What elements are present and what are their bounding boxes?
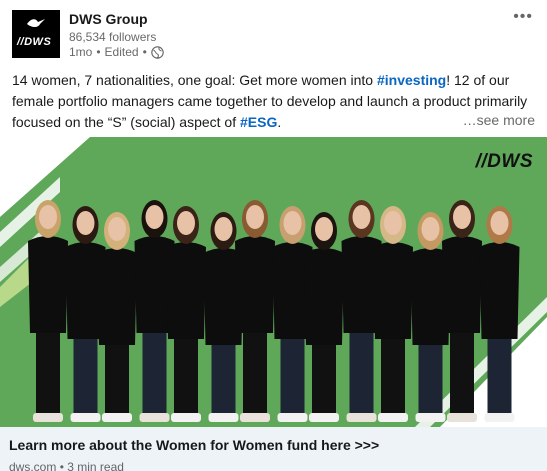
meta-separator: •	[142, 45, 147, 59]
company-logo[interactable]: //DWS	[12, 10, 60, 58]
post-text-part: .	[277, 114, 282, 130]
link-source: dws.com • 3 min read	[9, 460, 124, 471]
post-text-part: 14 women, 7 nationalities, one goal: Get…	[12, 72, 377, 88]
more-menu-icon[interactable]: •••	[513, 8, 533, 26]
hashtag-esg[interactable]: #ESG	[240, 114, 277, 130]
hashtag-investing[interactable]: #investing	[377, 72, 446, 88]
brand-logo: //DWS	[475, 151, 533, 172]
link-title[interactable]: Learn more about the Women for Women fun…	[9, 437, 379, 453]
post-image[interactable]: //DWS	[0, 137, 547, 427]
link-read-time: 3 min read	[67, 460, 124, 471]
post-meta: 1mo • Edited •	[69, 45, 164, 59]
post-header: //DWS DWS Group 86,534 followers 1mo • E…	[12, 8, 535, 65]
link-preview[interactable]: Learn more about the Women for Women fun…	[0, 427, 547, 471]
link-separator: •	[59, 460, 64, 471]
post-time: 1mo	[69, 45, 93, 59]
follower-count: 86,534 followers	[69, 30, 157, 44]
dws-bird-icon	[26, 16, 46, 32]
edited-label: Edited	[104, 45, 139, 59]
company-name[interactable]: DWS Group	[69, 11, 148, 27]
logo-text: //DWS	[17, 36, 52, 48]
see-more-link[interactable]: …see more	[458, 112, 535, 128]
link-domain: dws.com	[9, 460, 57, 471]
meta-separator: •	[96, 45, 101, 59]
globe-icon	[151, 45, 164, 59]
image-graphic	[0, 137, 547, 427]
